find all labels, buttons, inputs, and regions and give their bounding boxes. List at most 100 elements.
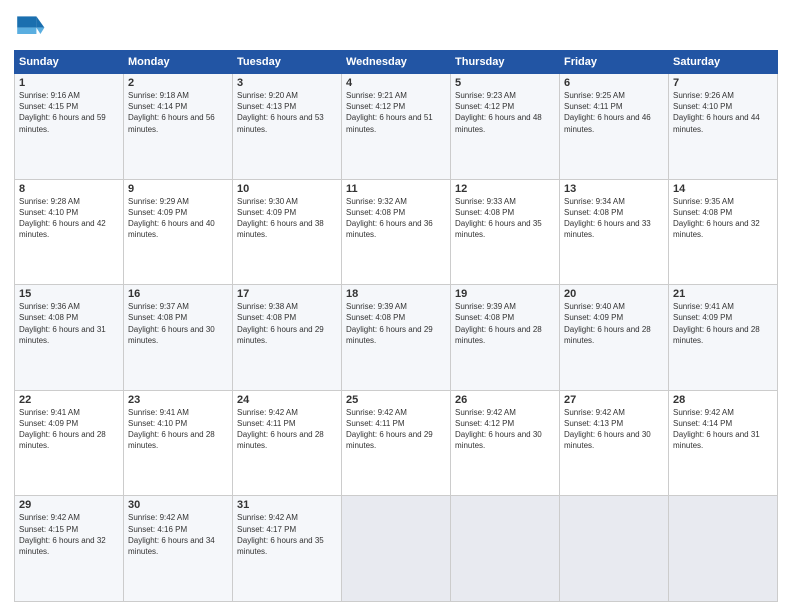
calendar-week-3: 15Sunrise: 9:36 AMSunset: 4:08 PMDayligh… xyxy=(15,285,778,391)
days-of-week-row: SundayMondayTuesdayWednesdayThursdayFrid… xyxy=(15,51,778,74)
day-info: Sunrise: 9:42 AMSunset: 4:11 PMDaylight:… xyxy=(237,407,337,452)
day-number: 30 xyxy=(128,499,228,511)
day-number: 10 xyxy=(237,183,337,195)
day-number: 9 xyxy=(128,183,228,195)
calendar-cell xyxy=(669,496,778,602)
day-info: Sunrise: 9:42 AMSunset: 4:16 PMDaylight:… xyxy=(128,512,228,557)
day-number: 21 xyxy=(673,288,773,300)
day-number: 18 xyxy=(346,288,446,300)
day-number: 7 xyxy=(673,77,773,89)
day-number: 31 xyxy=(237,499,337,511)
calendar-cell: 1Sunrise: 9:16 AMSunset: 4:15 PMDaylight… xyxy=(15,74,124,180)
day-number: 23 xyxy=(128,394,228,406)
day-info: Sunrise: 9:41 AMSunset: 4:10 PMDaylight:… xyxy=(128,407,228,452)
day-info: Sunrise: 9:33 AMSunset: 4:08 PMDaylight:… xyxy=(455,196,555,241)
calendar-cell: 13Sunrise: 9:34 AMSunset: 4:08 PMDayligh… xyxy=(560,179,669,285)
day-number: 19 xyxy=(455,288,555,300)
day-number: 5 xyxy=(455,77,555,89)
calendar-cell: 27Sunrise: 9:42 AMSunset: 4:13 PMDayligh… xyxy=(560,390,669,496)
day-number: 6 xyxy=(564,77,664,89)
calendar-cell xyxy=(451,496,560,602)
col-header-sunday: Sunday xyxy=(15,51,124,74)
calendar-cell: 16Sunrise: 9:37 AMSunset: 4:08 PMDayligh… xyxy=(124,285,233,391)
day-info: Sunrise: 9:16 AMSunset: 4:15 PMDaylight:… xyxy=(19,90,119,135)
calendar-cell: 9Sunrise: 9:29 AMSunset: 4:09 PMDaylight… xyxy=(124,179,233,285)
day-number: 11 xyxy=(346,183,446,195)
day-info: Sunrise: 9:28 AMSunset: 4:10 PMDaylight:… xyxy=(19,196,119,241)
day-number: 1 xyxy=(19,77,119,89)
calendar-cell: 29Sunrise: 9:42 AMSunset: 4:15 PMDayligh… xyxy=(15,496,124,602)
calendar-cell xyxy=(342,496,451,602)
day-number: 28 xyxy=(673,394,773,406)
day-info: Sunrise: 9:42 AMSunset: 4:17 PMDaylight:… xyxy=(237,512,337,557)
calendar-body: 1Sunrise: 9:16 AMSunset: 4:15 PMDaylight… xyxy=(15,74,778,602)
col-header-friday: Friday xyxy=(560,51,669,74)
calendar-cell: 31Sunrise: 9:42 AMSunset: 4:17 PMDayligh… xyxy=(233,496,342,602)
day-info: Sunrise: 9:39 AMSunset: 4:08 PMDaylight:… xyxy=(346,301,446,346)
day-number: 8 xyxy=(19,183,119,195)
calendar-cell: 28Sunrise: 9:42 AMSunset: 4:14 PMDayligh… xyxy=(669,390,778,496)
col-header-saturday: Saturday xyxy=(669,51,778,74)
day-info: Sunrise: 9:32 AMSunset: 4:08 PMDaylight:… xyxy=(346,196,446,241)
calendar-cell: 5Sunrise: 9:23 AMSunset: 4:12 PMDaylight… xyxy=(451,74,560,180)
calendar-cell: 15Sunrise: 9:36 AMSunset: 4:08 PMDayligh… xyxy=(15,285,124,391)
day-number: 12 xyxy=(455,183,555,195)
day-number: 20 xyxy=(564,288,664,300)
day-info: Sunrise: 9:21 AMSunset: 4:12 PMDaylight:… xyxy=(346,90,446,135)
logo xyxy=(14,10,50,42)
day-info: Sunrise: 9:35 AMSunset: 4:08 PMDaylight:… xyxy=(673,196,773,241)
day-info: Sunrise: 9:42 AMSunset: 4:13 PMDaylight:… xyxy=(564,407,664,452)
day-info: Sunrise: 9:42 AMSunset: 4:11 PMDaylight:… xyxy=(346,407,446,452)
col-header-wednesday: Wednesday xyxy=(342,51,451,74)
day-info: Sunrise: 9:41 AMSunset: 4:09 PMDaylight:… xyxy=(19,407,119,452)
calendar-cell: 6Sunrise: 9:25 AMSunset: 4:11 PMDaylight… xyxy=(560,74,669,180)
calendar-cell: 21Sunrise: 9:41 AMSunset: 4:09 PMDayligh… xyxy=(669,285,778,391)
day-info: Sunrise: 9:42 AMSunset: 4:15 PMDaylight:… xyxy=(19,512,119,557)
calendar-cell: 30Sunrise: 9:42 AMSunset: 4:16 PMDayligh… xyxy=(124,496,233,602)
day-info: Sunrise: 9:18 AMSunset: 4:14 PMDaylight:… xyxy=(128,90,228,135)
calendar-cell: 10Sunrise: 9:30 AMSunset: 4:09 PMDayligh… xyxy=(233,179,342,285)
day-number: 22 xyxy=(19,394,119,406)
calendar-cell: 26Sunrise: 9:42 AMSunset: 4:12 PMDayligh… xyxy=(451,390,560,496)
calendar-cell: 8Sunrise: 9:28 AMSunset: 4:10 PMDaylight… xyxy=(15,179,124,285)
day-number: 17 xyxy=(237,288,337,300)
day-info: Sunrise: 9:36 AMSunset: 4:08 PMDaylight:… xyxy=(19,301,119,346)
calendar-cell: 23Sunrise: 9:41 AMSunset: 4:10 PMDayligh… xyxy=(124,390,233,496)
calendar-week-5: 29Sunrise: 9:42 AMSunset: 4:15 PMDayligh… xyxy=(15,496,778,602)
day-info: Sunrise: 9:34 AMSunset: 4:08 PMDaylight:… xyxy=(564,196,664,241)
col-header-thursday: Thursday xyxy=(451,51,560,74)
day-number: 16 xyxy=(128,288,228,300)
calendar-cell: 19Sunrise: 9:39 AMSunset: 4:08 PMDayligh… xyxy=(451,285,560,391)
day-info: Sunrise: 9:39 AMSunset: 4:08 PMDaylight:… xyxy=(455,301,555,346)
day-info: Sunrise: 9:38 AMSunset: 4:08 PMDaylight:… xyxy=(237,301,337,346)
logo-icon xyxy=(14,10,46,42)
calendar-cell: 22Sunrise: 9:41 AMSunset: 4:09 PMDayligh… xyxy=(15,390,124,496)
calendar-table: SundayMondayTuesdayWednesdayThursdayFrid… xyxy=(14,50,778,602)
calendar-cell: 20Sunrise: 9:40 AMSunset: 4:09 PMDayligh… xyxy=(560,285,669,391)
day-number: 26 xyxy=(455,394,555,406)
day-number: 2 xyxy=(128,77,228,89)
day-number: 15 xyxy=(19,288,119,300)
day-number: 29 xyxy=(19,499,119,511)
calendar-cell: 14Sunrise: 9:35 AMSunset: 4:08 PMDayligh… xyxy=(669,179,778,285)
day-info: Sunrise: 9:25 AMSunset: 4:11 PMDaylight:… xyxy=(564,90,664,135)
header xyxy=(14,10,778,42)
day-info: Sunrise: 9:37 AMSunset: 4:08 PMDaylight:… xyxy=(128,301,228,346)
calendar-cell: 11Sunrise: 9:32 AMSunset: 4:08 PMDayligh… xyxy=(342,179,451,285)
day-info: Sunrise: 9:30 AMSunset: 4:09 PMDaylight:… xyxy=(237,196,337,241)
day-info: Sunrise: 9:40 AMSunset: 4:09 PMDaylight:… xyxy=(564,301,664,346)
calendar-cell: 3Sunrise: 9:20 AMSunset: 4:13 PMDaylight… xyxy=(233,74,342,180)
day-number: 13 xyxy=(564,183,664,195)
calendar-week-2: 8Sunrise: 9:28 AMSunset: 4:10 PMDaylight… xyxy=(15,179,778,285)
day-info: Sunrise: 9:23 AMSunset: 4:12 PMDaylight:… xyxy=(455,90,555,135)
page: SundayMondayTuesdayWednesdayThursdayFrid… xyxy=(0,0,792,612)
day-number: 14 xyxy=(673,183,773,195)
day-number: 24 xyxy=(237,394,337,406)
day-info: Sunrise: 9:26 AMSunset: 4:10 PMDaylight:… xyxy=(673,90,773,135)
calendar-cell: 25Sunrise: 9:42 AMSunset: 4:11 PMDayligh… xyxy=(342,390,451,496)
calendar-cell: 7Sunrise: 9:26 AMSunset: 4:10 PMDaylight… xyxy=(669,74,778,180)
calendar-cell: 24Sunrise: 9:42 AMSunset: 4:11 PMDayligh… xyxy=(233,390,342,496)
calendar-week-4: 22Sunrise: 9:41 AMSunset: 4:09 PMDayligh… xyxy=(15,390,778,496)
calendar-cell: 18Sunrise: 9:39 AMSunset: 4:08 PMDayligh… xyxy=(342,285,451,391)
calendar-cell: 2Sunrise: 9:18 AMSunset: 4:14 PMDaylight… xyxy=(124,74,233,180)
